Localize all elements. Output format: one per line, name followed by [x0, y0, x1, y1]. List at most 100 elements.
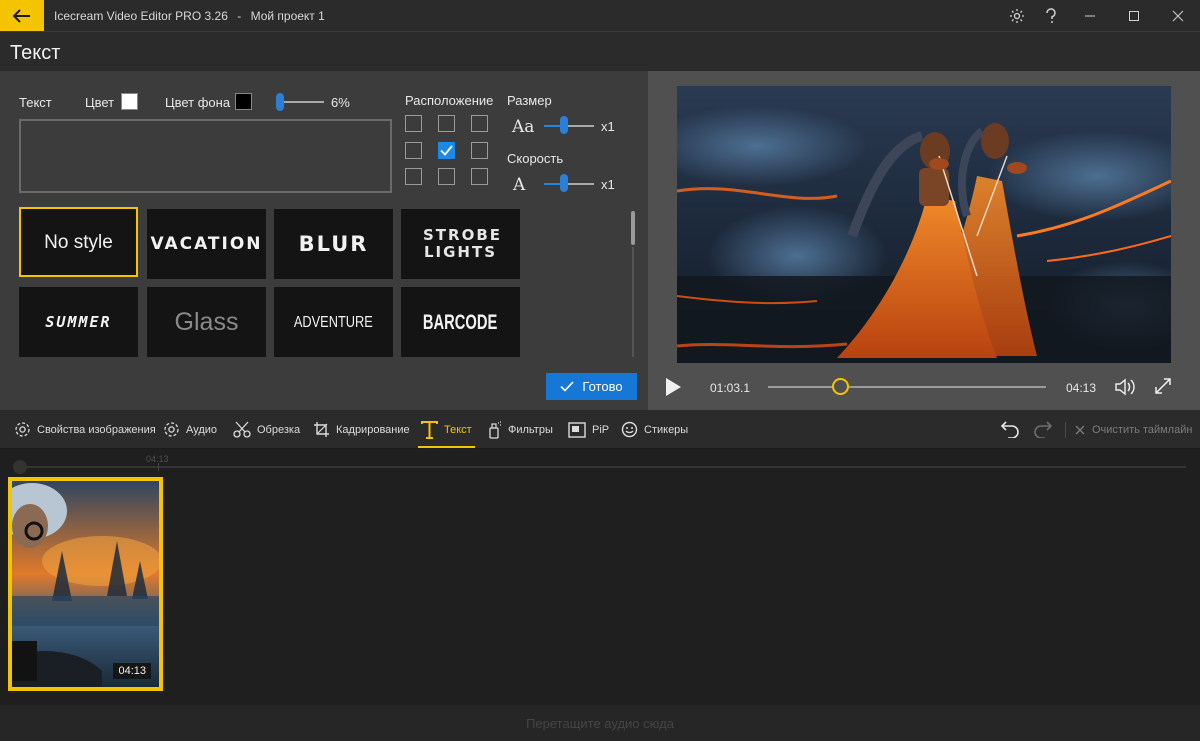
- tool-text[interactable]: Текст: [421, 410, 472, 449]
- text-input[interactable]: [19, 119, 392, 193]
- style-label: BARCODE: [423, 310, 498, 334]
- opacity-slider-track[interactable]: [277, 101, 324, 103]
- maximize-icon: [1129, 10, 1139, 21]
- position-middle-right[interactable]: [471, 142, 488, 159]
- video-preview[interactable]: [677, 86, 1171, 363]
- position-bottom-right[interactable]: [471, 168, 488, 185]
- page-title: Текст: [10, 42, 61, 64]
- speed-slider-thumb[interactable]: [560, 174, 568, 192]
- tool-label: Стикеры: [644, 423, 689, 436]
- tool-label: Кадрирование: [336, 423, 410, 436]
- tool-trim[interactable]: Обрезка: [233, 410, 300, 449]
- style-no-style[interactable]: No style: [19, 207, 138, 277]
- redo-icon: [1034, 421, 1053, 439]
- section-header: Текст: [0, 31, 1200, 71]
- arrow-left-icon: [13, 8, 30, 23]
- style-label: STROBE LIGHTS: [423, 226, 503, 261]
- speed-label: Скорость: [507, 151, 564, 166]
- style-adventure[interactable]: ADVENTURE: [274, 287, 393, 357]
- style-glass[interactable]: Glass: [147, 287, 266, 357]
- gear-icon: [1010, 8, 1024, 23]
- seek-thumb[interactable]: [832, 378, 849, 395]
- app-title: Icecream Video Editor PRO 3.26: [54, 8, 228, 23]
- minimize-icon: [1085, 15, 1095, 16]
- done-label: Готово: [582, 379, 623, 394]
- style-vacation[interactable]: VACATION: [147, 209, 266, 279]
- audio-drop-zone[interactable]: Перетащите аудио сюда: [0, 705, 1200, 741]
- position-top-center[interactable]: [438, 115, 455, 132]
- position-bottom-left[interactable]: [405, 168, 422, 185]
- tool-image-properties[interactable]: Свойства изображения: [14, 410, 156, 449]
- speed-value: x1: [601, 177, 615, 192]
- minimize-button[interactable]: [1068, 0, 1112, 31]
- opacity-slider-thumb[interactable]: [276, 93, 284, 111]
- redo-button[interactable]: [1033, 420, 1053, 441]
- checkmark-icon: [440, 145, 453, 156]
- undo-button[interactable]: [1000, 420, 1020, 441]
- fullscreen-icon: [1155, 378, 1171, 394]
- tool-label: PiP: [592, 423, 610, 436]
- help-button[interactable]: [1034, 0, 1068, 31]
- tool-label: Свойства изображения: [37, 423, 156, 436]
- style-summer[interactable]: SUMMER: [19, 287, 138, 357]
- scissors-icon: [233, 421, 251, 438]
- position-middle-center[interactable]: [438, 142, 455, 159]
- toolbar-divider: [1065, 422, 1066, 438]
- tool-stickers[interactable]: Стикеры: [621, 410, 688, 449]
- tool-filters[interactable]: Фильтры: [487, 410, 553, 449]
- text-color-swatch[interactable]: [121, 93, 138, 110]
- style-barcode[interactable]: BARCODE: [401, 287, 520, 357]
- clip-thumbnail: [12, 481, 159, 687]
- question-icon: [1046, 7, 1056, 23]
- style-strobe-lights[interactable]: STROBE LIGHTS: [401, 209, 520, 279]
- maximize-button[interactable]: [1112, 0, 1156, 31]
- style-label: BLUR: [298, 231, 369, 256]
- audio-drop-hint: Перетащите аудио сюда: [526, 715, 674, 731]
- tools-bar: Свойства изображения Аудио Обрезка Кадри…: [0, 410, 1200, 449]
- tool-crop[interactable]: Кадрирование: [313, 410, 410, 449]
- position-bottom-center[interactable]: [438, 168, 455, 185]
- speed-icon: A: [513, 175, 526, 195]
- style-label: No style: [44, 231, 113, 253]
- seek-bar[interactable]: [768, 386, 1046, 388]
- opacity-value: 6%: [331, 95, 350, 110]
- timeline-clip[interactable]: 04:13: [8, 477, 163, 691]
- play-icon: [666, 378, 681, 396]
- back-button[interactable]: [0, 0, 44, 31]
- total-time: 04:13: [1066, 381, 1097, 395]
- position-top-left[interactable]: [405, 115, 422, 132]
- font-size-icon: Aa: [512, 117, 535, 137]
- done-button[interactable]: Готово: [546, 373, 637, 400]
- gear-icon: [164, 422, 179, 437]
- close-window-button[interactable]: [1156, 0, 1200, 31]
- close-icon: [1075, 425, 1085, 434]
- position-middle-left[interactable]: [405, 142, 422, 159]
- styles-scrollbar-thumb[interactable]: [631, 211, 635, 245]
- video-frame-image: [677, 86, 1171, 363]
- style-label: ADVENTURE: [294, 313, 373, 331]
- size-slider-thumb[interactable]: [560, 116, 568, 134]
- clear-timeline-label: Очистить таймлайн: [1092, 423, 1193, 436]
- style-label: Glass: [174, 307, 239, 336]
- bg-color-swatch[interactable]: [235, 93, 252, 110]
- text-editor-panel: Текст Цвет Цвет фона 6% Расположение Раз…: [0, 71, 648, 410]
- styles-scrollbar-track[interactable]: [632, 247, 634, 357]
- play-button[interactable]: [664, 377, 682, 400]
- tool-audio[interactable]: Аудио: [163, 410, 217, 449]
- pip-icon: [568, 421, 586, 438]
- current-time: 01:03.1: [710, 381, 751, 395]
- settings-button[interactable]: [1000, 0, 1034, 31]
- position-top-right[interactable]: [471, 115, 488, 132]
- timeline-ruler[interactable]: [14, 466, 1186, 468]
- fullscreen-button[interactable]: [1154, 377, 1172, 398]
- tool-label: Обрезка: [257, 423, 301, 436]
- title-separator: -: [237, 8, 242, 23]
- volume-button[interactable]: [1114, 377, 1136, 400]
- style-blur[interactable]: BLUR: [274, 209, 393, 279]
- tool-label: Аудио: [186, 423, 218, 436]
- clear-timeline-button[interactable]: Очистить таймлайн: [1075, 410, 1192, 449]
- clip-duration: 04:13: [113, 663, 151, 679]
- tool-pip[interactable]: PiP: [568, 410, 609, 449]
- timeline-playhead[interactable]: [13, 460, 27, 474]
- window-title: Icecream Video Editor PRO 3.26 - Мой про…: [54, 9, 325, 23]
